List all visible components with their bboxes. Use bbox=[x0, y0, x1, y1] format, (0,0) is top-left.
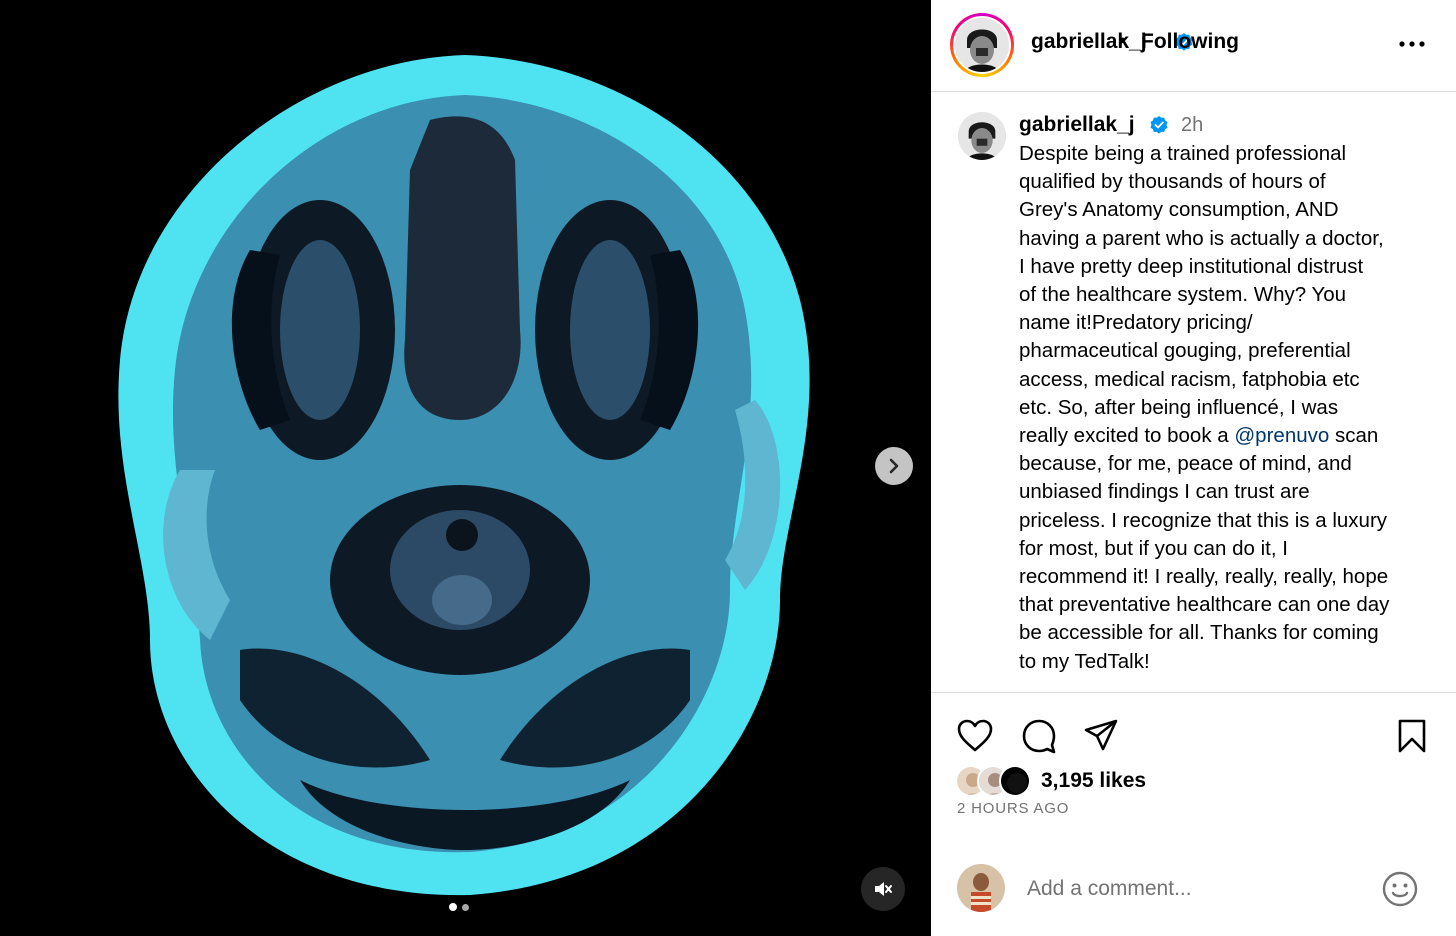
post-header: gabriellak_j • Following bbox=[931, 0, 1456, 92]
post-media[interactable] bbox=[0, 0, 931, 936]
caption-username[interactable]: gabriellak_j bbox=[1019, 113, 1135, 137]
post-side-panel: gabriellak_j • Following gabriellak_j 2h… bbox=[931, 0, 1456, 936]
liker-avatar[interactable] bbox=[999, 765, 1031, 797]
story-ring[interactable] bbox=[950, 13, 1014, 77]
current-user-avatar[interactable] bbox=[957, 864, 1005, 912]
post-time-ago[interactable]: 2 HOURS AGO bbox=[957, 800, 1069, 817]
slide-dot bbox=[462, 904, 469, 911]
caption-text-part: Despite being a trained professional qua… bbox=[1019, 142, 1384, 448]
slide-dot-active bbox=[449, 903, 457, 911]
emoji-icon bbox=[1382, 871, 1418, 907]
comment-button[interactable] bbox=[1019, 716, 1059, 756]
caption-text: Despite being a trained professional qua… bbox=[1019, 140, 1439, 676]
emoji-button[interactable] bbox=[1381, 870, 1419, 908]
caption-avatar[interactable] bbox=[958, 112, 1006, 160]
send-icon bbox=[1084, 719, 1118, 751]
likes-count[interactable]: 3,195 likes bbox=[1041, 769, 1146, 793]
bookmark-icon bbox=[1398, 719, 1426, 753]
heart-icon bbox=[957, 719, 993, 752]
caption-text-part: scan because, for me, peace of mind, and… bbox=[1019, 424, 1390, 673]
header-separator: • bbox=[1119, 30, 1127, 52]
header-username[interactable]: gabriellak_j bbox=[1031, 30, 1147, 54]
avatar bbox=[955, 18, 1009, 72]
comment-icon bbox=[1022, 719, 1056, 754]
mention-link[interactable]: @prenuvo bbox=[1234, 424, 1329, 447]
verified-badge-icon bbox=[1149, 115, 1169, 140]
comment-box bbox=[931, 848, 1456, 936]
caption-timestamp[interactable]: 2h bbox=[1181, 114, 1203, 137]
next-slide-button[interactable] bbox=[875, 447, 913, 485]
more-options-button[interactable] bbox=[1397, 34, 1427, 54]
instagram-post: gabriellak_j • Following gabriellak_j 2h… bbox=[0, 0, 1456, 936]
chevron-right-icon bbox=[889, 458, 899, 474]
action-bar bbox=[931, 710, 1456, 760]
share-button[interactable] bbox=[1081, 716, 1121, 756]
comment-input[interactable] bbox=[1027, 874, 1357, 904]
more-icon bbox=[1399, 41, 1425, 47]
slide-indicator bbox=[449, 903, 469, 911]
caption-section: gabriellak_j 2h Despite being a trained … bbox=[931, 92, 1456, 693]
like-button[interactable] bbox=[955, 716, 995, 756]
mute-button[interactable] bbox=[861, 867, 905, 911]
save-button[interactable] bbox=[1392, 716, 1432, 756]
muted-speaker-icon bbox=[875, 882, 892, 896]
mri-scan-image bbox=[0, 0, 931, 936]
likes-row: 3,195 likes bbox=[955, 764, 1146, 798]
following-button[interactable]: Following bbox=[1141, 30, 1239, 54]
